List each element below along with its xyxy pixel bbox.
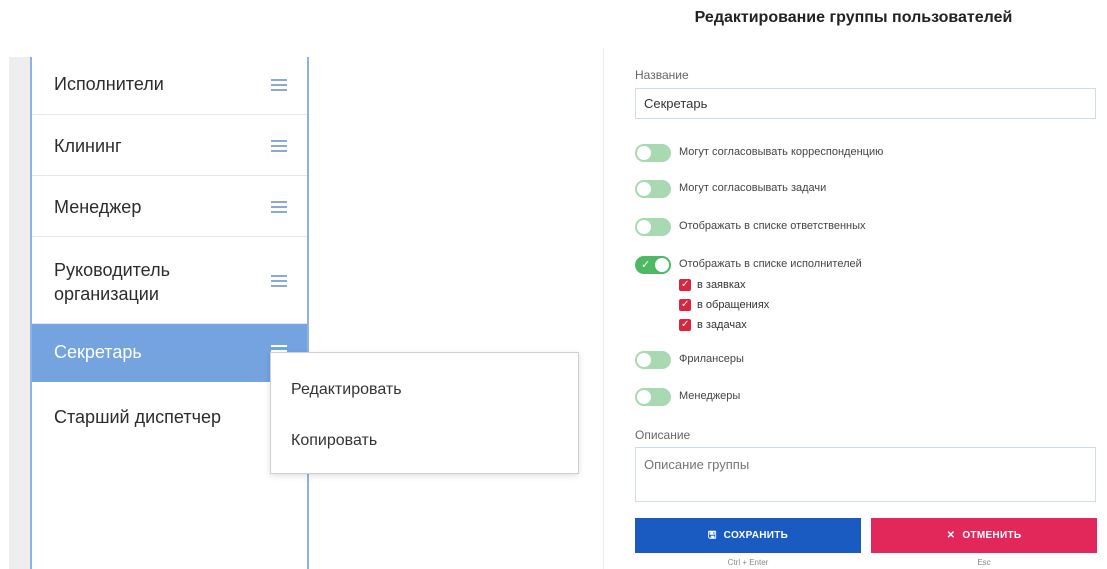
list-item-label: Секретарь [54,342,142,362]
toggle-label: Отображать в списке ответственных [679,220,866,232]
cancel-button-label: ОТМЕНИТЬ [962,530,1022,541]
checkbox[interactable]: ✓ [679,319,691,331]
list-item-active[interactable]: Секретарь [32,324,307,382]
list-item-label: Руководитель организации [54,260,170,304]
menu-icon[interactable] [271,79,287,91]
list-item-label: Старший диспетчер [54,407,221,427]
group-list: Исполнители Клининг Менеджер Руководител… [30,57,309,569]
toggle-knob [637,390,651,404]
cancel-button[interactable]: ✕ ОТМЕНИТЬ [871,518,1097,553]
check-icon: ✓ [681,319,690,330]
toggle-switch[interactable] [635,144,671,162]
toggle-knob [637,353,651,367]
menu-icon[interactable] [271,201,287,213]
list-item-label: Клининг [54,136,122,156]
toggle-knob [655,258,669,272]
context-menu: Редактировать Копировать [270,352,579,474]
check-icon: ✓ [681,279,690,290]
list-item[interactable]: Исполнители [32,57,307,115]
toggle-knob [637,220,651,234]
name-input[interactable] [635,88,1096,119]
list-item[interactable]: Менеджер [32,176,307,237]
list-item-label: Менеджер [54,197,142,217]
save-button[interactable]: 🖫 СОХРАНИТЬ [635,518,861,553]
close-icon: ✕ [946,530,956,541]
list-item-label: Исполнители [54,74,164,94]
edit-menu-item[interactable]: Редактировать [291,380,402,400]
toggle-switch[interactable] [635,388,671,406]
floppy-disk-icon: 🖫 [707,530,717,541]
copy-menu-item[interactable]: Копировать [291,431,377,451]
menu-icon[interactable] [271,140,287,152]
toggle-label: Могут согласовывать задачи [679,182,827,194]
checkbox-label: в задачах [697,319,747,331]
panel-title: Редактирование группы пользователей [694,9,1013,26]
save-shortcut-hint: Ctrl + Enter [727,558,769,567]
list-item[interactable]: Клининг [32,115,307,176]
checkbox[interactable]: ✓ [679,299,691,311]
checkbox-label: в обращениях [697,299,770,311]
toggle-label: Менеджеры [679,390,741,402]
left-gutter [9,57,31,569]
list-item[interactable]: Старший диспетчер [32,382,307,442]
toggle-switch[interactable]: ✓ [635,256,671,274]
checkbox-label: в заявках [697,279,746,291]
menu-icon[interactable] [271,275,287,287]
toggle-label: Могут согласовывать корреспонденцию [679,146,884,158]
name-label: Название [635,68,689,82]
toggle-switch[interactable] [635,218,671,236]
toggle-label: Фрилансеры [679,353,744,365]
cancel-shortcut-hint: Esc [977,558,991,567]
toggle-switch[interactable] [635,351,671,369]
edit-group-panel: Название Могут согласовывать корреспонде… [603,48,1107,569]
description-label: Описание [635,428,691,442]
list-item[interactable]: Руководитель организации [32,237,307,324]
checkbox[interactable]: ✓ [679,279,691,291]
save-button-label: СОХРАНИТЬ [723,530,789,541]
toggle-label: Отображать в списке исполнителей [679,258,862,270]
description-textarea[interactable] [635,447,1096,502]
toggle-switch[interactable] [635,180,671,198]
toggle-knob [637,182,651,196]
check-icon: ✓ [641,259,651,271]
toggle-knob [637,146,651,160]
check-icon: ✓ [681,299,690,310]
